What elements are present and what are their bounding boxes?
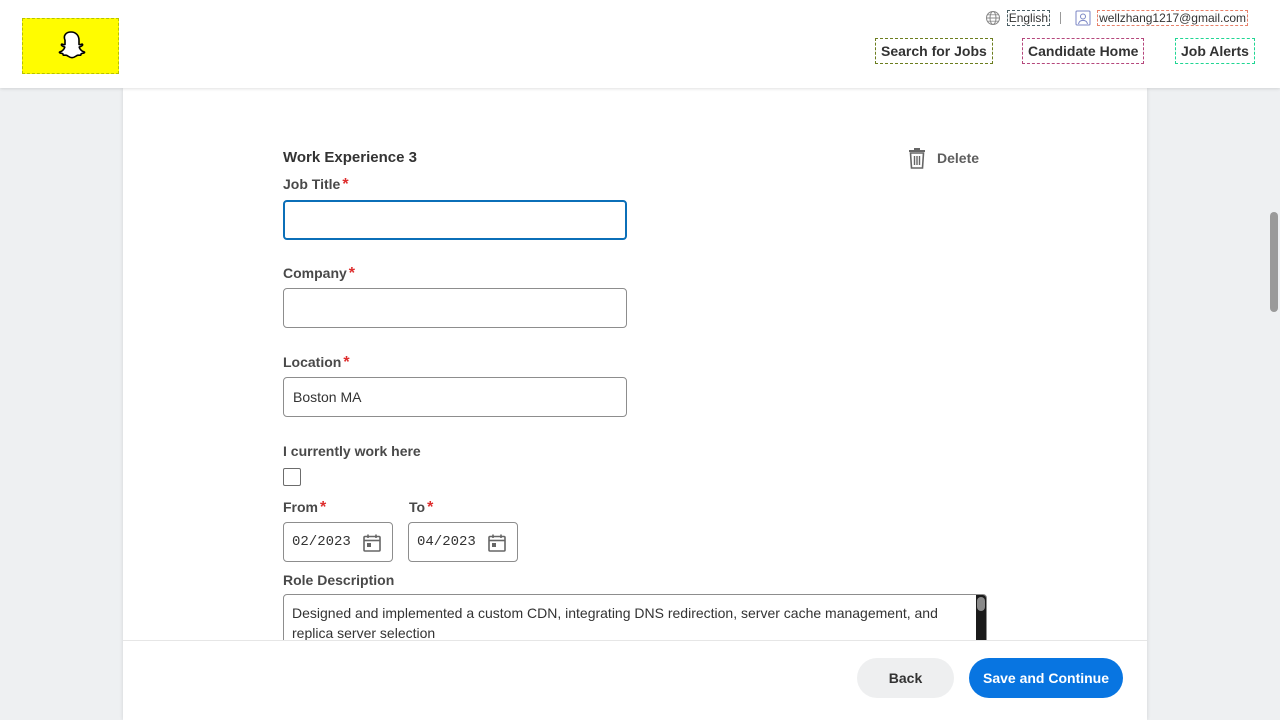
textarea-scrollbar-thumb[interactable] [977,597,985,611]
save-and-continue-button[interactable]: Save and Continue [969,658,1123,698]
nav-candidate-home[interactable]: Candidate Home [1022,38,1145,64]
from-label-text: From [283,499,318,515]
delete-button[interactable]: Delete [907,147,979,169]
snapchat-logo[interactable] [22,18,119,74]
language-selector[interactable]: English [1006,10,1051,26]
top-header: English wellzhang1217@gmail.com Search f… [0,0,1280,88]
company-label: Company * [283,265,355,283]
to-date-field[interactable]: 04/2023 [408,522,518,562]
job-title-label: Job Title * [283,176,349,194]
company-label-text: Company [283,265,347,281]
calendar-icon[interactable] [487,533,507,553]
user-icon [1075,10,1091,26]
from-label: From * [283,499,326,517]
globe-icon [985,11,1000,25]
calendar-icon[interactable] [362,533,382,553]
job-title-label-text: Job Title [283,176,341,192]
divider [1060,12,1062,24]
to-label: To * [409,499,433,517]
required-marker: * [342,176,349,193]
ghost-icon [58,31,85,59]
section-title: Work Experience 3 [283,149,417,166]
currently-work-here-checkbox[interactable] [283,468,301,486]
location-input[interactable] [283,377,627,417]
utility-bar: English wellzhang1217@gmail.com [985,10,1248,26]
required-marker: * [348,265,356,282]
from-date-value: 02/2023 [292,534,351,550]
trash-icon [909,148,925,169]
required-marker: * [320,499,327,516]
content-card: Work Experience 3 Delete Job Title * Comp… [123,88,1147,720]
required-marker: * [427,499,434,516]
required-marker: * [343,354,350,371]
currently-work-here-label: I currently work here [283,443,421,459]
company-input[interactable] [283,288,627,328]
back-button[interactable]: Back [857,658,954,698]
page-scrollbar-thumb[interactable] [1270,212,1278,312]
location-label-text: Location [283,354,342,370]
form-footer: Back Save and Continue [123,640,1147,720]
delete-label: Delete [937,150,980,166]
nav-search-for-jobs[interactable]: Search for Jobs [875,38,993,64]
to-date-value: 04/2023 [417,534,476,550]
job-title-input[interactable] [283,200,627,240]
nav-job-alerts[interactable]: Job Alerts [1175,38,1255,64]
to-label-text: To [409,499,426,515]
role-description-label: Role Description [283,572,395,588]
from-date-field[interactable]: 02/2023 [283,522,393,562]
role-description-text: Designed and implemented a custom CDN, i… [292,605,938,641]
user-account-menu[interactable]: wellzhang1217@gmail.com [1097,10,1248,26]
location-label: Location * [283,354,350,372]
